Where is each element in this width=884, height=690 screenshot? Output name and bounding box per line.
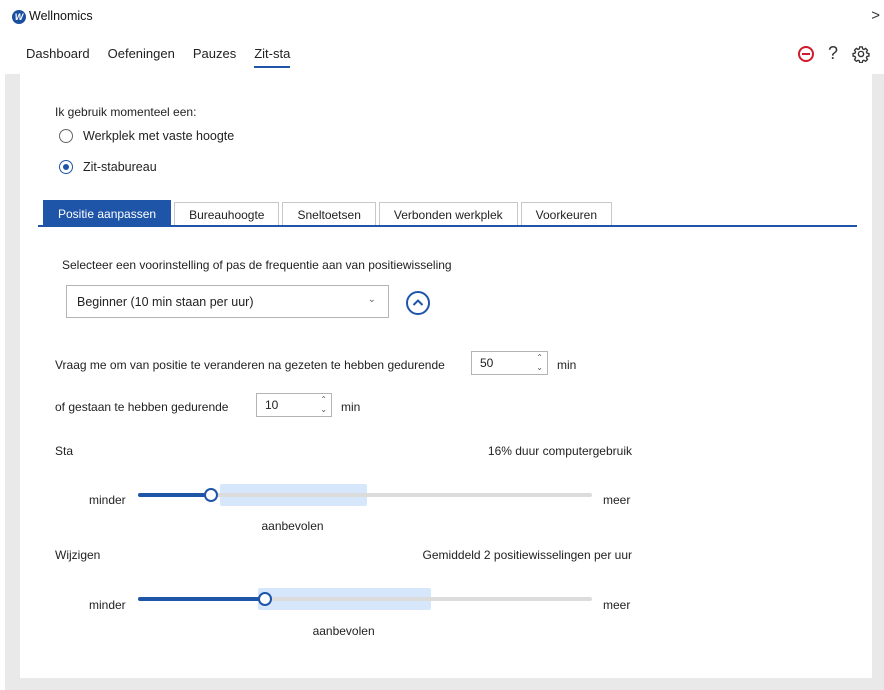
tab-oefeningen[interactable]: Oefeningen xyxy=(108,46,175,68)
stand-slider-title: Sta xyxy=(55,444,74,458)
stand-slider-fill xyxy=(138,493,211,497)
stepper-arrows-icon[interactable]: ⌃ ⌄ xyxy=(320,395,327,415)
radio-label: Zit-stabureau xyxy=(83,160,157,174)
main-nav: Dashboard Oefeningen Pauzes Zit-sta xyxy=(26,46,291,68)
radio-checked-icon xyxy=(59,160,73,174)
sit-duration-label: Vraag me om van positie te veranderen na… xyxy=(55,358,445,372)
change-slider-thumb[interactable] xyxy=(258,592,273,606)
stand-slider-summary: 16% duur computergebruik xyxy=(487,444,632,458)
app-title: Wellnomics xyxy=(29,9,93,23)
change-slider-fill xyxy=(138,597,266,601)
gear-icon[interactable] xyxy=(852,45,870,63)
radio-sit-stand-desk[interactable]: Zit-stabureau xyxy=(59,160,157,174)
stand-slider-thumb[interactable] xyxy=(203,488,218,502)
chevron-up-icon xyxy=(412,299,424,306)
sit-minutes-stepper[interactable]: 50 ⌃ ⌄ xyxy=(471,351,548,375)
help-icon[interactable]: ? xyxy=(828,43,838,64)
title-bar: W Wellnomics > xyxy=(0,0,884,34)
wellnomics-logo-icon: W xyxy=(12,10,26,24)
preset-dropdown[interactable]: Beginner (10 min staan per uur) ⌄ xyxy=(66,285,389,318)
stand-recommended-label: aanbevolen xyxy=(261,519,324,533)
stop-icon[interactable] xyxy=(797,45,814,62)
radio-unchecked-icon xyxy=(59,129,73,143)
subtab-positie-aanpassen[interactable]: Positie aanpassen xyxy=(43,200,172,226)
change-slider-min-label: minder xyxy=(89,598,126,612)
collapse-settings-button[interactable] xyxy=(406,291,430,315)
stepper-arrows-icon[interactable]: ⌃ ⌄ xyxy=(536,353,543,373)
change-slider-max-label: meer xyxy=(603,598,631,612)
subtab-bureauhoogte[interactable]: Bureauhoogte xyxy=(174,202,280,226)
change-recommended-label: aanbevolen xyxy=(312,624,375,638)
preset-instruction: Selecteer een voorinstelling of pas de f… xyxy=(62,258,452,272)
stand-minutes-value: 10 xyxy=(265,398,279,412)
tab-pauzes[interactable]: Pauzes xyxy=(193,46,236,68)
subtab-divider xyxy=(38,225,857,227)
subtab-verbonden-werkplek[interactable]: Verbonden werkplek xyxy=(378,202,518,226)
radio-fixed-height[interactable]: Werkplek met vaste hoogte xyxy=(59,129,234,143)
tab-zit-sta[interactable]: Zit-sta xyxy=(254,46,291,68)
subtab-voorkeuren[interactable]: Voorkeuren xyxy=(520,202,613,226)
top-icon-bar: ? xyxy=(797,43,870,64)
chevron-right-icon[interactable]: > xyxy=(871,7,880,24)
change-slider-title: Wijzigen xyxy=(55,548,101,562)
subtab-bar: Positie aanpassen Bureauhoogte Sneltoets… xyxy=(43,200,613,226)
preset-value: Beginner (10 min staan per uur) xyxy=(77,294,254,309)
stand-minutes-unit: min xyxy=(341,400,361,414)
workstation-question: Ik gebruik momenteel een: xyxy=(55,105,197,119)
content-background: Ik gebruik momenteel een: Werkplek met v… xyxy=(5,74,884,690)
chevron-down-icon: ⌄ xyxy=(367,294,376,305)
sit-minutes-unit: min xyxy=(557,358,577,372)
sit-minutes-value: 50 xyxy=(480,356,494,370)
radio-label: Werkplek met vaste hoogte xyxy=(83,129,235,143)
change-slider-summary: Gemiddeld 2 positiewisselingen per uur xyxy=(422,548,632,562)
stand-slider-min-label: minder xyxy=(89,493,126,507)
subtab-sneltoetsen[interactable]: Sneltoetsen xyxy=(282,202,376,226)
zit-sta-panel: Ik gebruik momenteel een: Werkplek met v… xyxy=(20,74,872,678)
tab-dashboard[interactable]: Dashboard xyxy=(26,46,90,68)
stand-minutes-stepper[interactable]: 10 ⌃ ⌄ xyxy=(256,393,332,417)
stand-slider-max-label: meer xyxy=(603,493,631,507)
stand-duration-label: of gestaan te hebben gedurende xyxy=(55,400,229,414)
